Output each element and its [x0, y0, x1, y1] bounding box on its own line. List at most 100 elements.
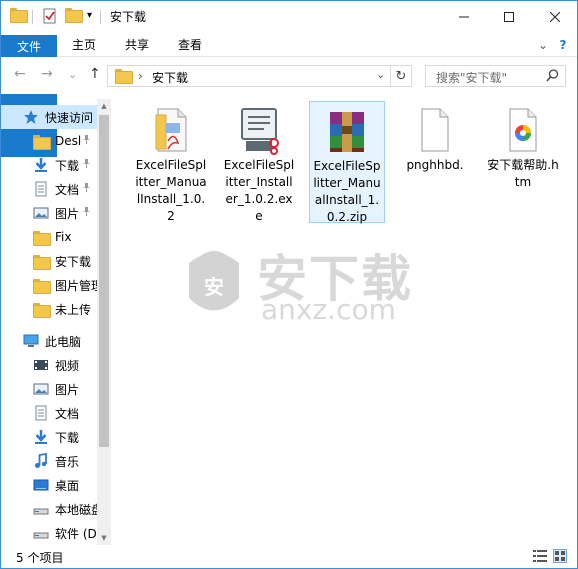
- explorer-window: ▾ 安下载 文件 主页 共享 查看 ⌄ ? ← → ⌄ ↑ › 安下载 ⌄ ↻ …: [0, 0, 578, 569]
- tab-home[interactable]: 主页: [61, 33, 107, 57]
- minimize-button[interactable]: [441, 1, 486, 32]
- sidebar-item-image-manager[interactable]: 图片管理: [1, 273, 97, 297]
- title-bar: ▾ 安下载: [1, 1, 577, 33]
- pictures-icon: [33, 381, 49, 397]
- sidebar-item-not-uploaded[interactable]: 未上传: [1, 297, 97, 321]
- sidebar-item-label: 图片: [55, 206, 80, 221]
- sidebar-item-desktop[interactable]: Desl: [1, 129, 97, 153]
- file-item[interactable]: 安下载帮助.htm: [485, 101, 561, 223]
- sidebar-item-quick-access[interactable]: 快速访问: [1, 105, 97, 129]
- file-list: 安 安下载 anxz.com ExcelFileSplitter_ManualI…: [113, 99, 577, 545]
- sidebar-item-label: Desl: [55, 134, 82, 148]
- close-icon: [549, 11, 560, 22]
- tab-view[interactable]: 查看: [167, 33, 213, 57]
- sidebar-item-software-drive[interactable]: 软件 (D: [1, 521, 97, 545]
- address-dropdown[interactable]: ⌄: [376, 68, 385, 81]
- sidebar-item-this-pc[interactable]: 此电脑: [1, 329, 97, 353]
- file-name: ExcelFileSplitter_ManualInstall_1.0.2.zi…: [313, 159, 381, 224]
- folder-icon: [33, 277, 51, 294]
- large-icons-view-icon[interactable]: [553, 549, 567, 563]
- address-path[interactable]: 安下载: [152, 69, 188, 86]
- sidebar-item-label: 未上传: [55, 302, 92, 317]
- pdf-document-icon: [146, 105, 196, 155]
- file-item-selected[interactable]: ExcelFileSplitter_ManualInstall_1.0.2.zi…: [309, 101, 385, 224]
- search-input[interactable]: 搜索"安下载": [436, 69, 507, 86]
- sidebar-item-downloads[interactable]: 下载: [1, 425, 97, 449]
- sidebar-item-label: 文档: [55, 182, 80, 197]
- scroll-down-button[interactable]: ▼: [97, 531, 111, 545]
- back-button[interactable]: ←: [14, 66, 26, 82]
- sidebar-item-videos[interactable]: 视频: [1, 353, 97, 377]
- details-view-icon[interactable]: [533, 549, 547, 563]
- up-button[interactable]: ↑: [89, 66, 101, 82]
- new-folder-icon[interactable]: [65, 8, 83, 23]
- maximize-icon: [503, 11, 514, 22]
- pin-icon: [82, 207, 91, 219]
- file-name: ExcelFileSplitter_ManualInstall_1.0.2: [135, 158, 207, 223]
- sidebar-item-label: Fix: [55, 230, 72, 244]
- sidebar-item-label: 音乐: [55, 454, 80, 469]
- sidebar-item-pictures[interactable]: 图片: [1, 201, 97, 225]
- properties-icon[interactable]: [42, 8, 58, 24]
- sidebar-item-label: 文档: [55, 406, 80, 421]
- file-name: ExcelFileSplitter_Installer_1.0.2.exe: [223, 158, 295, 223]
- desktop-icon: [33, 477, 49, 493]
- nav-pane-scrollbar[interactable]: ▲ ▼: [97, 99, 111, 545]
- sidebar-item-pictures[interactable]: 图片: [1, 377, 97, 401]
- minimize-icon: [458, 16, 469, 17]
- download-icon: [33, 429, 49, 445]
- watermark: 安 安下载 anxz.com: [179, 241, 439, 331]
- sidebar-item-label: 视频: [55, 358, 80, 373]
- expand-ribbon-button[interactable]: ⌄: [535, 33, 551, 57]
- file-name: pnghhbd.: [406, 158, 464, 172]
- sidebar-item-music[interactable]: 音乐: [1, 449, 97, 473]
- folder-icon: [33, 229, 51, 246]
- item-count: 5 个项目: [16, 551, 64, 565]
- file-item[interactable]: ExcelFileSplitter_ManualInstall_1.0.2: [133, 101, 209, 223]
- pin-icon: [82, 159, 91, 171]
- computer-icon: [23, 333, 39, 349]
- folder-icon: [33, 133, 51, 150]
- address-bar[interactable]: › 安下载 ⌄: [107, 65, 412, 87]
- sidebar-item-downloads[interactable]: 下载: [1, 153, 97, 177]
- sidebar-item-fix[interactable]: Fix: [1, 225, 97, 249]
- refresh-button[interactable]: ↻: [390, 65, 412, 87]
- watermark-shield-text: 安: [204, 275, 224, 299]
- search-box[interactable]: 搜索"安下载": [425, 65, 566, 87]
- search-icon: [546, 69, 559, 86]
- sidebar-item-anxiazai[interactable]: 安下载: [1, 249, 97, 273]
- window-title: 安下载: [110, 10, 147, 24]
- file-item[interactable]: ExcelFileSplitter_Installer_1.0.2.exe: [221, 101, 297, 223]
- scroll-thumb[interactable]: [99, 115, 109, 447]
- title-folder-icon: [10, 8, 28, 23]
- download-icon: [33, 157, 49, 173]
- maximize-button[interactable]: [486, 1, 531, 32]
- folder-icon: [33, 301, 51, 318]
- pictures-icon: [33, 205, 49, 221]
- sidebar-item-label: 快速访问: [45, 110, 94, 125]
- forward-button[interactable]: →: [41, 66, 53, 82]
- close-button[interactable]: [532, 1, 577, 32]
- navigation-pane: 快速访问Desl下载文档图片Fix安下载图片管理未上传此电脑视频图片文档下载音乐…: [1, 99, 111, 545]
- sidebar-item-label: 下载: [55, 158, 80, 173]
- address-separator[interactable]: ›: [138, 69, 143, 83]
- address-folder-icon: [115, 69, 133, 84]
- sidebar-item-documents[interactable]: 文档: [1, 401, 97, 425]
- pin-icon: [82, 135, 91, 147]
- file-item[interactable]: pnghhbd.: [397, 101, 473, 223]
- sidebar-item-label: 图片: [55, 382, 80, 397]
- sidebar-item-desktop[interactable]: 桌面: [1, 473, 97, 497]
- sidebar-item-local-disk[interactable]: 本地磁盘: [1, 497, 97, 521]
- sidebar-item-documents[interactable]: 文档: [1, 177, 97, 201]
- ribbon-tabs: 文件 主页 共享 查看 ⌄ ?: [1, 33, 577, 157]
- drive-icon: [33, 525, 49, 541]
- sidebar-item-label: 桌面: [55, 478, 80, 493]
- customize-toolbar-dropdown[interactable]: ▾: [87, 10, 92, 21]
- file-name: 安下载帮助.htm: [487, 158, 559, 189]
- help-button[interactable]: ?: [555, 33, 571, 57]
- scroll-up-button[interactable]: ▲: [97, 99, 111, 113]
- drive-icon: [33, 501, 49, 517]
- tab-share[interactable]: 共享: [114, 33, 160, 57]
- recent-locations-button[interactable]: ⌄: [68, 68, 77, 81]
- pin-icon: [82, 183, 91, 195]
